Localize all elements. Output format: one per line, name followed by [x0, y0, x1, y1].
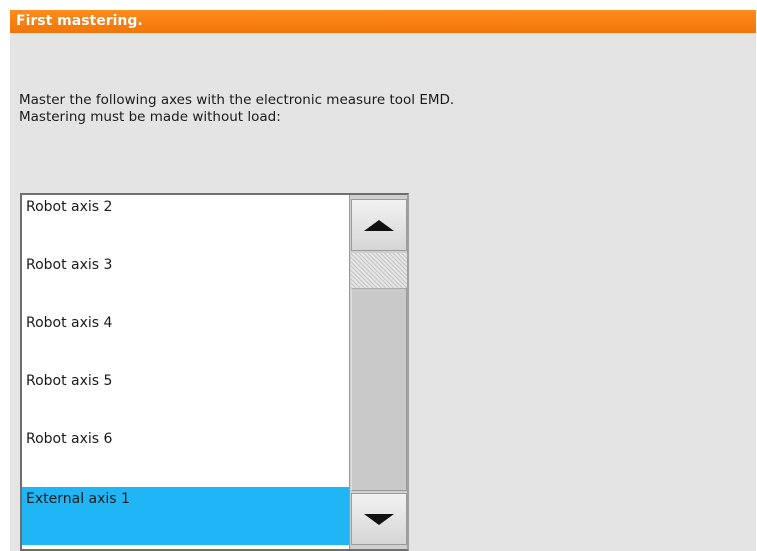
- axis-list-item[interactable]: Robot axis 4: [22, 311, 349, 369]
- triangle-up-icon: [364, 219, 394, 231]
- instruction-message: Master the following axes with the elect…: [19, 92, 454, 126]
- scroll-track[interactable]: [351, 253, 407, 288]
- axis-list-box: Robot axis 2 Robot axis 3 Robot axis 4 R…: [20, 193, 409, 551]
- scroll-down-button[interactable]: [351, 493, 407, 545]
- axis-list-item-selected[interactable]: External axis 1: [22, 487, 349, 545]
- axis-list: Robot axis 2 Robot axis 3 Robot axis 4 R…: [22, 195, 349, 549]
- axis-list-item[interactable]: Robot axis 5: [22, 369, 349, 427]
- dialog-title: First mastering.: [10, 10, 756, 33]
- instruction-line-1: Master the following axes with the elect…: [19, 92, 455, 108]
- list-scrollbar[interactable]: [349, 195, 407, 549]
- axis-list-item[interactable]: Robot axis 3: [22, 253, 349, 311]
- first-mastering-panel: First mastering. Master the following ax…: [10, 10, 756, 551]
- triangle-down-icon: [364, 513, 394, 525]
- axis-list-item[interactable]: Robot axis 2: [22, 195, 349, 253]
- axis-list-item[interactable]: Robot axis 6: [22, 427, 349, 485]
- scroll-thumb[interactable]: [351, 288, 407, 491]
- instruction-line-2: Mastering must be made without load:: [19, 109, 281, 125]
- scroll-up-button[interactable]: [351, 199, 407, 251]
